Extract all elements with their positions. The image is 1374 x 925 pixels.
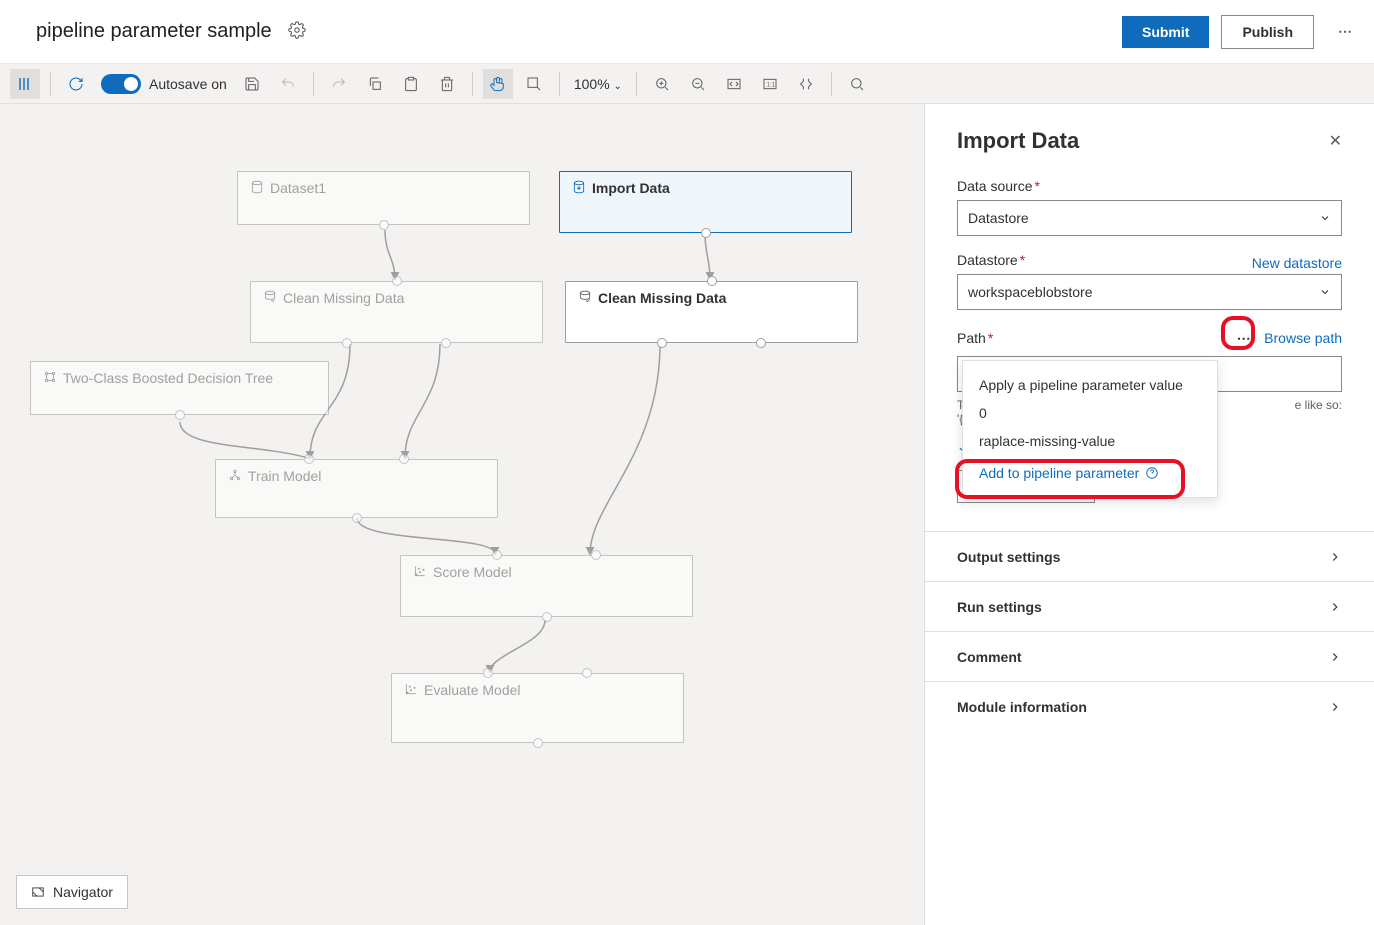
path-label: Path*: [957, 330, 1224, 346]
section-run-settings[interactable]: Run settings: [925, 581, 1374, 631]
redo-icon[interactable]: [324, 69, 354, 99]
new-datastore-link[interactable]: New datastore: [1252, 255, 1342, 271]
menu-add-pipeline-parameter[interactable]: Add to pipeline parameter: [963, 459, 1217, 487]
section-module-info[interactable]: Module information: [925, 681, 1374, 731]
zoom-out-icon[interactable]: [683, 69, 713, 99]
copy-icon[interactable]: [360, 69, 390, 99]
search-icon[interactable]: [842, 69, 872, 99]
autosave-toggle[interactable]: [101, 74, 141, 94]
data-source-select[interactable]: Datastore: [957, 200, 1342, 236]
node-score-model[interactable]: Score Model: [400, 555, 693, 617]
navigator-button[interactable]: Navigator: [16, 875, 128, 909]
node-dataset1[interactable]: Dataset1: [237, 171, 530, 225]
more-icon[interactable]: ⋯: [1338, 23, 1354, 40]
pipeline-title: pipeline parameter sample: [36, 20, 272, 43]
autosave-label: Autosave on: [149, 76, 227, 92]
node-train-model[interactable]: Train Model: [215, 459, 498, 518]
paste-icon[interactable]: [396, 69, 426, 99]
menu-item-0[interactable]: 0: [963, 399, 1217, 427]
actual-size-icon[interactable]: 1:1: [755, 69, 785, 99]
browse-path-link[interactable]: Browse path: [1264, 330, 1342, 346]
pipeline-parameter-menu: Apply a pipeline parameter value 0 rapla…: [962, 360, 1218, 498]
node-import-data[interactable]: Import Data: [559, 171, 852, 233]
select-icon[interactable]: [519, 69, 549, 99]
data-source-label: Data source*: [957, 178, 1342, 194]
node-clean-missing-a[interactable]: Clean Missing Data: [250, 281, 543, 343]
zoom-in-icon[interactable]: [647, 69, 677, 99]
pipeline-canvas[interactable]: Dataset1 Import Data Clean Missing Data …: [0, 104, 924, 925]
refresh-icon[interactable]: [61, 69, 91, 99]
close-icon[interactable]: ✕: [1329, 131, 1342, 151]
publish-button[interactable]: Publish: [1221, 15, 1314, 49]
zoom-level[interactable]: 100% ⌄: [574, 76, 622, 92]
save-icon[interactable]: [237, 69, 267, 99]
section-comment[interactable]: Comment: [925, 631, 1374, 681]
left-panel-toggle-icon[interactable]: [10, 69, 40, 99]
node-two-class-bdt[interactable]: Two-Class Boosted Decision Tree: [30, 361, 329, 415]
node-clean-missing-b[interactable]: Clean Missing Data: [565, 281, 858, 343]
submit-button[interactable]: Submit: [1122, 16, 1209, 48]
delete-icon[interactable]: [432, 69, 462, 99]
toolbar: Autosave on 100% ⌄ 1:1: [0, 64, 1374, 104]
datastore-select[interactable]: workspaceblobstore: [957, 274, 1342, 310]
menu-item-replace[interactable]: raplace-missing-value: [963, 427, 1217, 455]
auto-layout-icon[interactable]: [791, 69, 821, 99]
datastore-label: Datastore*: [957, 252, 1025, 268]
section-output-settings[interactable]: Output settings: [925, 531, 1374, 581]
pan-icon[interactable]: [483, 69, 513, 99]
panel-title: Import Data: [957, 128, 1079, 154]
properties-panel: Import Data ✕ Data source* Datastore Dat…: [924, 104, 1374, 925]
node-evaluate-model[interactable]: Evaluate Model: [391, 673, 684, 743]
svg-text:1:1: 1:1: [767, 82, 776, 88]
gear-icon[interactable]: [288, 21, 306, 42]
path-more-icon[interactable]: ⋯: [1232, 326, 1256, 350]
menu-header: Apply a pipeline parameter value: [963, 371, 1217, 399]
undo-icon[interactable]: [273, 69, 303, 99]
fit-icon[interactable]: [719, 69, 749, 99]
